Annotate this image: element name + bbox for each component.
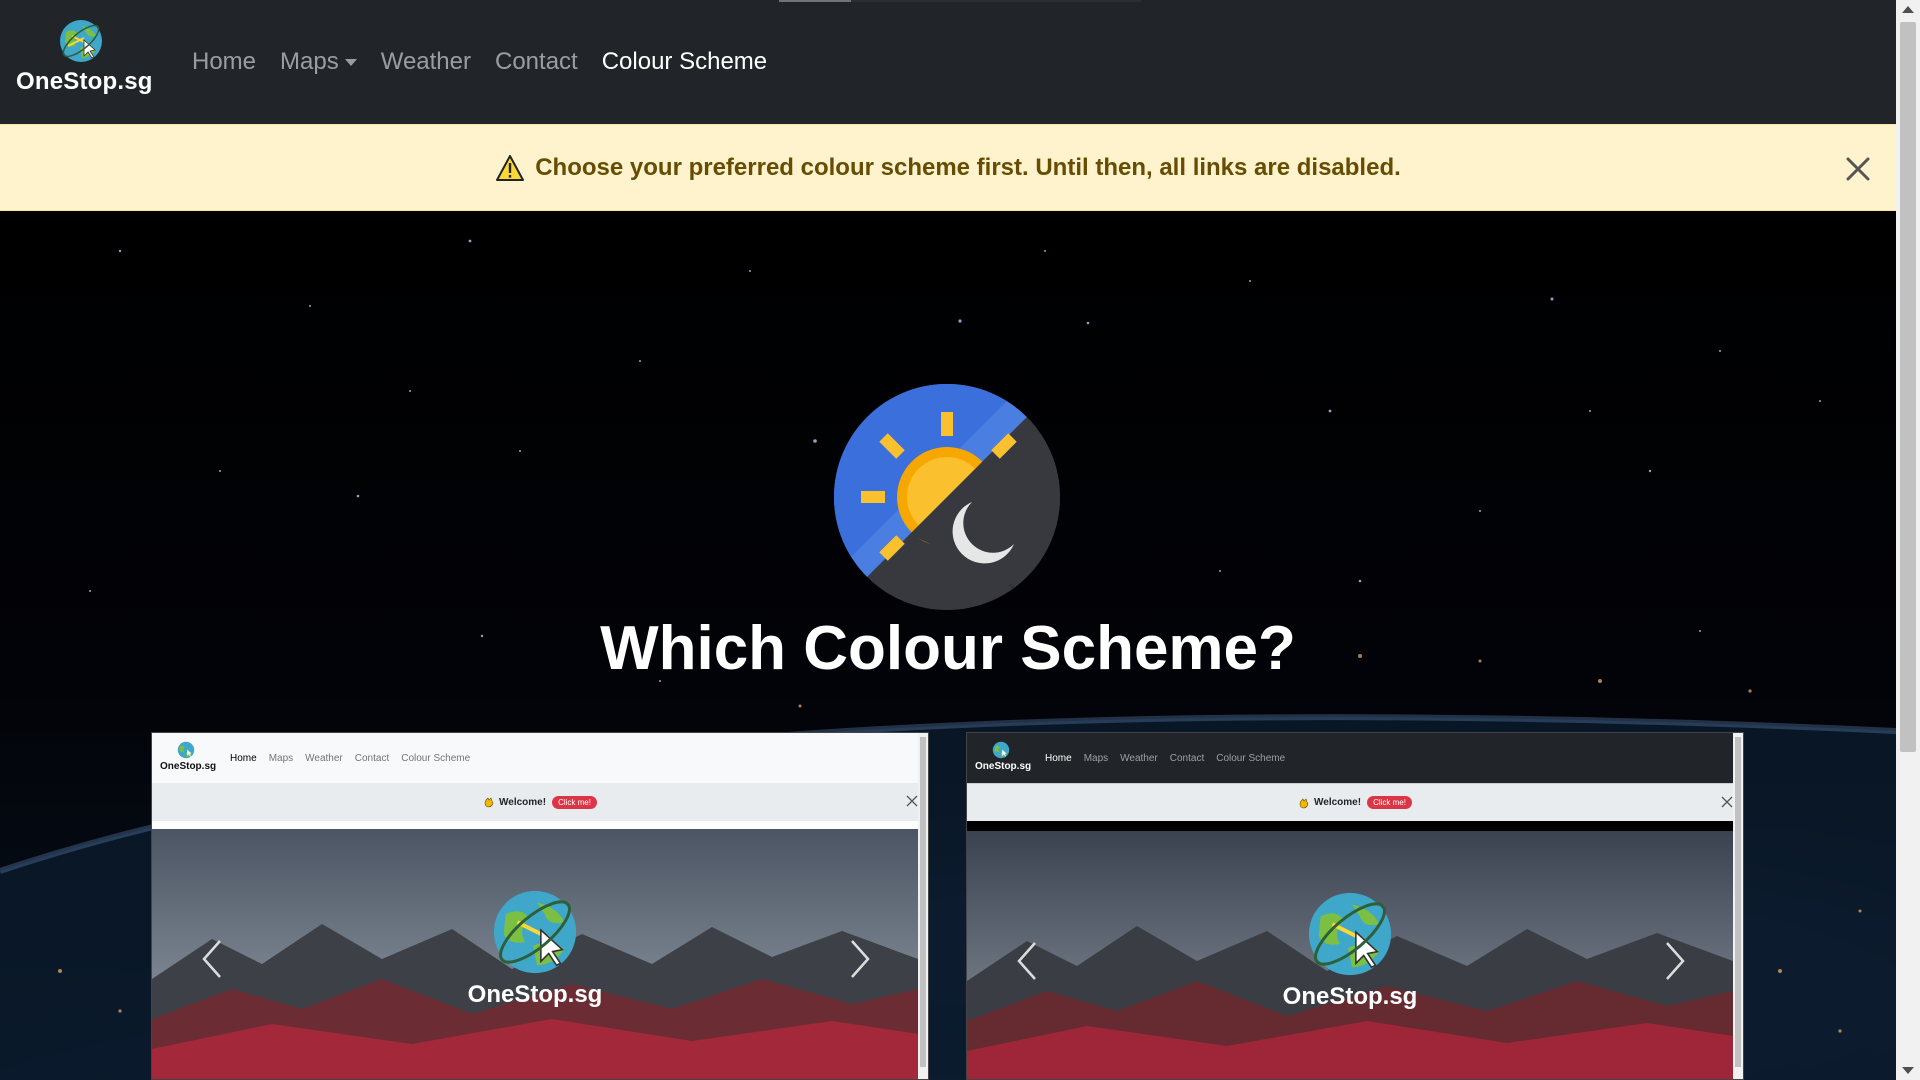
scroll-up-arrow-icon[interactable] <box>1902 6 1914 13</box>
day-night-icon <box>834 384 1060 610</box>
preview-nav-maps: Maps <box>268 753 294 764</box>
preview-hero-name: OneStop.sg <box>1282 983 1418 1010</box>
preview-nav-contact: Contact <box>354 753 390 764</box>
preview-nav-home: Home <box>1045 753 1072 764</box>
nav-link-maps-label: Maps <box>280 48 339 75</box>
page-scroll-thumb[interactable] <box>1900 22 1916 752</box>
waving-hand-icon <box>484 797 494 808</box>
preview-welcome-alert: Welcome! Click me! <box>152 783 928 821</box>
preview-nav-maps: Maps <box>1083 753 1109 764</box>
tab-indicator-track <box>851 0 1141 2</box>
preview-welcome-alert: Welcome! Click me! <box>967 783 1743 821</box>
preview-hero-name: OneStop.sg <box>467 981 603 1008</box>
alert-content: Choose your preferred colour scheme firs… <box>495 154 1401 182</box>
chevron-left-icon <box>1017 942 1036 980</box>
warning-triangle-icon <box>496 154 525 181</box>
preview-brand: OneStop.sg <box>160 741 216 772</box>
preview-navbar: OneStop.sg Home Maps Weather Contact Col… <box>967 733 1743 783</box>
close-icon[interactable] <box>1840 151 1876 187</box>
scroll-down-arrow-icon[interactable] <box>1902 1067 1914 1074</box>
preview-scroll-thumb <box>920 737 926 1067</box>
nav-link-weather[interactable]: Weather <box>369 48 483 76</box>
page-title: Which Colour Scheme? <box>600 614 1296 683</box>
navbar: OneStop.sg Home Maps Weather Contact Col… <box>0 0 1896 124</box>
brand-link[interactable]: OneStop.sg <box>16 18 153 96</box>
globe-logo-icon <box>177 741 195 759</box>
globe-logo-icon <box>992 741 1010 759</box>
globe-logo-icon <box>1308 892 1392 976</box>
globe-logo-icon <box>60 20 102 62</box>
preview-scroll-thumb <box>1735 737 1741 1067</box>
close-icon <box>1721 796 1733 808</box>
chevron-down-icon <box>344 58 357 66</box>
preview-nav-colour-scheme: Colour Scheme <box>401 753 471 764</box>
preview-hero: OneStop.sg <box>152 829 918 1079</box>
light-scheme-preview[interactable]: OneStop.sg Home Maps Weather Contact Col… <box>151 732 929 1080</box>
preview-divider <box>152 821 928 829</box>
preview-click-me-button: Click me! <box>552 795 597 809</box>
nav-links: Home Maps Weather Contact Colour Scheme <box>180 48 779 76</box>
warning-alert: Choose your preferred colour scheme firs… <box>0 124 1896 211</box>
globe-logo-icon <box>493 890 577 974</box>
nav-link-home[interactable]: Home <box>180 48 268 76</box>
preview-nav-weather: Weather <box>1120 753 1158 764</box>
page-scrollbar[interactable] <box>1896 0 1920 1080</box>
preview-navbar: OneStop.sg Home Maps Weather Contact Col… <box>152 733 928 783</box>
chevron-right-icon <box>851 940 870 978</box>
nav-link-contact[interactable]: Contact <box>483 48 590 76</box>
preview-divider <box>967 821 1743 831</box>
preview-nav-contact: Contact <box>1169 753 1205 764</box>
preview-nav-weather: Weather <box>305 753 343 764</box>
preview-nav-colour-scheme: Colour Scheme <box>1216 753 1286 764</box>
alert-message: Choose your preferred colour scheme firs… <box>535 153 1401 181</box>
brand-name: OneStop.sg <box>16 68 153 95</box>
chevron-left-icon <box>202 940 221 978</box>
preview-nav-links: Home Maps Weather Contact Colour Scheme <box>1039 753 1291 764</box>
nav-link-maps[interactable]: Maps <box>268 48 369 76</box>
preview-welcome-text: Welcome! <box>1314 797 1362 808</box>
preview-nav-links: Home Maps Weather Contact Colour Scheme <box>224 753 476 764</box>
preview-welcome-text: Welcome! <box>499 796 547 808</box>
preview-brand-name: OneStop.sg <box>975 761 1032 772</box>
preview-brand-name: OneStop.sg <box>160 761 217 772</box>
preview-nav-home: Home <box>230 753 257 764</box>
preview-brand: OneStop.sg <box>975 741 1031 772</box>
nav-link-colour-scheme[interactable]: Colour Scheme <box>590 48 779 76</box>
close-icon <box>906 795 918 807</box>
waving-hand-icon <box>1299 797 1309 808</box>
chevron-right-icon <box>1666 942 1685 980</box>
preview-hero: OneStop.sg <box>967 831 1733 1079</box>
preview-click-me-button: Click me! <box>1367 796 1412 809</box>
tab-indicator <box>779 0 851 2</box>
preview-scrollbar <box>918 733 928 1079</box>
dark-scheme-preview[interactable]: OneStop.sg Home Maps Weather Contact Col… <box>966 732 1744 1080</box>
preview-scrollbar <box>1733 733 1743 1079</box>
